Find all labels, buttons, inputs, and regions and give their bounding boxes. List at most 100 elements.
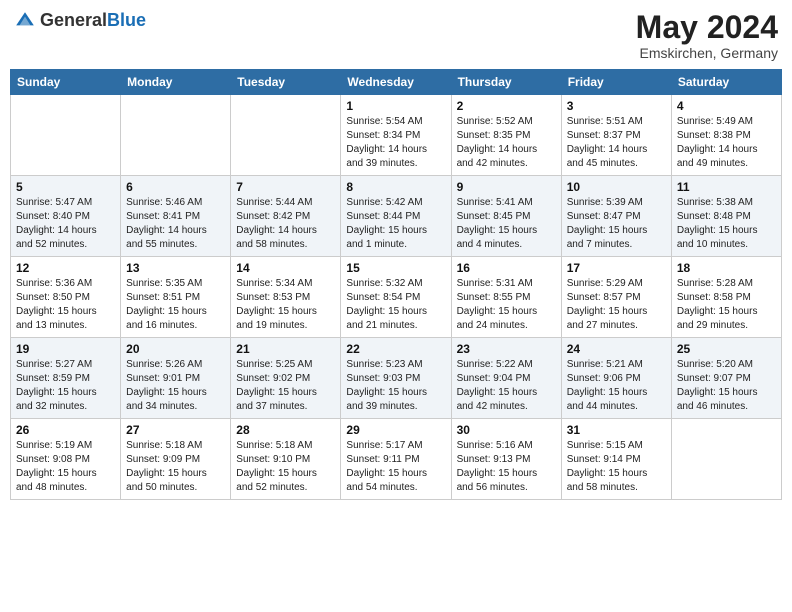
calendar-cell: 24 Sunrise: 5:21 AM Sunset: 9:06 PM Dayli… <box>561 338 671 419</box>
calendar-cell: 18 Sunrise: 5:28 AM Sunset: 8:58 PM Dayli… <box>671 257 781 338</box>
day-number: 16 <box>457 261 556 275</box>
calendar-cell: 1Sunrise: 5:54 AM Sunset: 8:34 PM Daylig… <box>341 95 451 176</box>
calendar-table: SundayMondayTuesdayWednesdayThursdayFrid… <box>10 69 782 500</box>
calendar-cell: 4 Sunrise: 5:49 AM Sunset: 8:38 PM Daylig… <box>671 95 781 176</box>
day-info: Sunrise: 5:42 AM Sunset: 8:44 PM Dayligh… <box>346 196 445 252</box>
calendar-cell <box>231 95 341 176</box>
column-header-sunday: Sunday <box>11 70 121 95</box>
calendar-cell: 12 Sunrise: 5:36 AM Sunset: 8:50 PM Dayli… <box>11 257 121 338</box>
day-info: Sunrise: 5:44 AM Sunset: 8:42 PM Dayligh… <box>236 196 335 252</box>
day-info: Sunrise: 5:21 AM Sunset: 9:06 PM Dayligh… <box>567 358 666 414</box>
logo-text-general: GeneralBlue <box>40 11 146 31</box>
column-header-wednesday: Wednesday <box>341 70 451 95</box>
calendar-cell <box>671 419 781 500</box>
column-header-tuesday: Tuesday <box>231 70 341 95</box>
calendar-cell: 7 Sunrise: 5:44 AM Sunset: 8:42 PM Daylig… <box>231 176 341 257</box>
logo: GeneralBlue <box>14 10 146 32</box>
column-header-friday: Friday <box>561 70 671 95</box>
calendar-cell: 6Sunrise: 5:46 AM Sunset: 8:41 PM Daylig… <box>121 176 231 257</box>
page-header: GeneralBlue May 2024 Emskirchen, Germany <box>10 10 782 61</box>
day-info: Sunrise: 5:51 AM Sunset: 8:37 PM Dayligh… <box>567 115 666 171</box>
day-info: Sunrise: 5:54 AM Sunset: 8:34 PM Dayligh… <box>346 115 445 171</box>
calendar-cell: 21 Sunrise: 5:25 AM Sunset: 9:02 PM Dayli… <box>231 338 341 419</box>
logo-icon <box>14 10 36 32</box>
day-info: Sunrise: 5:39 AM Sunset: 8:47 PM Dayligh… <box>567 196 666 252</box>
day-number: 26 <box>16 423 115 437</box>
day-info: Sunrise: 5:19 AM Sunset: 9:08 PM Dayligh… <box>16 439 115 495</box>
day-number: 12 <box>16 261 115 275</box>
day-number: 25 <box>677 342 776 356</box>
day-number: 31 <box>567 423 666 437</box>
day-info: Sunrise: 5:25 AM Sunset: 9:02 PM Dayligh… <box>236 358 335 414</box>
calendar-cell: 11 Sunrise: 5:38 AM Sunset: 8:48 PM Dayli… <box>671 176 781 257</box>
calendar-cell: 14 Sunrise: 5:34 AM Sunset: 8:53 PM Dayli… <box>231 257 341 338</box>
calendar-cell: 16 Sunrise: 5:31 AM Sunset: 8:55 PM Dayli… <box>451 257 561 338</box>
day-number: 5 <box>16 180 115 194</box>
calendar-cell: 30 Sunrise: 5:16 AM Sunset: 9:13 PM Dayli… <box>451 419 561 500</box>
calendar-cell: 9 Sunrise: 5:41 AM Sunset: 8:45 PM Daylig… <box>451 176 561 257</box>
day-number: 9 <box>457 180 556 194</box>
day-info: Sunrise: 5:15 AM Sunset: 9:14 PM Dayligh… <box>567 439 666 495</box>
calendar-cell: 5Sunrise: 5:47 AM Sunset: 8:40 PM Daylig… <box>11 176 121 257</box>
calendar-cell: 29 Sunrise: 5:17 AM Sunset: 9:11 PM Dayli… <box>341 419 451 500</box>
day-info: Sunrise: 5:49 AM Sunset: 8:38 PM Dayligh… <box>677 115 776 171</box>
day-number: 29 <box>346 423 445 437</box>
calendar-cell: 31 Sunrise: 5:15 AM Sunset: 9:14 PM Dayli… <box>561 419 671 500</box>
calendar-week-row: 12 Sunrise: 5:36 AM Sunset: 8:50 PM Dayli… <box>11 257 782 338</box>
day-info: Sunrise: 5:26 AM Sunset: 9:01 PM Dayligh… <box>126 358 225 414</box>
day-number: 4 <box>677 99 776 113</box>
column-header-thursday: Thursday <box>451 70 561 95</box>
day-number: 17 <box>567 261 666 275</box>
calendar-cell: 28 Sunrise: 5:18 AM Sunset: 9:10 PM Dayli… <box>231 419 341 500</box>
column-header-monday: Monday <box>121 70 231 95</box>
day-info: Sunrise: 5:22 AM Sunset: 9:04 PM Dayligh… <box>457 358 556 414</box>
day-number: 27 <box>126 423 225 437</box>
calendar-week-row: 19Sunrise: 5:27 AM Sunset: 8:59 PM Dayli… <box>11 338 782 419</box>
day-number: 7 <box>236 180 335 194</box>
day-info: Sunrise: 5:18 AM Sunset: 9:10 PM Dayligh… <box>236 439 335 495</box>
calendar-cell: 23 Sunrise: 5:22 AM Sunset: 9:04 PM Dayli… <box>451 338 561 419</box>
day-info: Sunrise: 5:46 AM Sunset: 8:41 PM Dayligh… <box>126 196 225 252</box>
calendar-cell <box>11 95 121 176</box>
calendar-cell: 15Sunrise: 5:32 AM Sunset: 8:54 PM Dayli… <box>341 257 451 338</box>
day-number: 23 <box>457 342 556 356</box>
calendar-cell: 13 Sunrise: 5:35 AM Sunset: 8:51 PM Dayli… <box>121 257 231 338</box>
day-number: 15 <box>346 261 445 275</box>
calendar-cell: 25 Sunrise: 5:20 AM Sunset: 9:07 PM Dayli… <box>671 338 781 419</box>
day-number: 2 <box>457 99 556 113</box>
calendar-cell: 19Sunrise: 5:27 AM Sunset: 8:59 PM Dayli… <box>11 338 121 419</box>
calendar-cell: 20Sunrise: 5:26 AM Sunset: 9:01 PM Dayli… <box>121 338 231 419</box>
day-number: 21 <box>236 342 335 356</box>
day-info: Sunrise: 5:52 AM Sunset: 8:35 PM Dayligh… <box>457 115 556 171</box>
calendar-cell: 3 Sunrise: 5:51 AM Sunset: 8:37 PM Daylig… <box>561 95 671 176</box>
day-number: 18 <box>677 261 776 275</box>
day-info: Sunrise: 5:17 AM Sunset: 9:11 PM Dayligh… <box>346 439 445 495</box>
day-number: 24 <box>567 342 666 356</box>
day-number: 13 <box>126 261 225 275</box>
title-block: May 2024 Emskirchen, Germany <box>636 10 778 61</box>
day-number: 3 <box>567 99 666 113</box>
day-info: Sunrise: 5:34 AM Sunset: 8:53 PM Dayligh… <box>236 277 335 333</box>
day-number: 11 <box>677 180 776 194</box>
day-info: Sunrise: 5:29 AM Sunset: 8:57 PM Dayligh… <box>567 277 666 333</box>
day-info: Sunrise: 5:38 AM Sunset: 8:48 PM Dayligh… <box>677 196 776 252</box>
day-number: 8 <box>346 180 445 194</box>
day-info: Sunrise: 5:20 AM Sunset: 9:07 PM Dayligh… <box>677 358 776 414</box>
day-number: 22 <box>346 342 445 356</box>
day-number: 30 <box>457 423 556 437</box>
day-number: 28 <box>236 423 335 437</box>
calendar-week-row: 26 Sunrise: 5:19 AM Sunset: 9:08 PM Dayli… <box>11 419 782 500</box>
day-info: Sunrise: 5:35 AM Sunset: 8:51 PM Dayligh… <box>126 277 225 333</box>
day-info: Sunrise: 5:36 AM Sunset: 8:50 PM Dayligh… <box>16 277 115 333</box>
calendar-cell: 27Sunrise: 5:18 AM Sunset: 9:09 PM Dayli… <box>121 419 231 500</box>
calendar-cell: 8 Sunrise: 5:42 AM Sunset: 8:44 PM Daylig… <box>341 176 451 257</box>
day-info: Sunrise: 5:31 AM Sunset: 8:55 PM Dayligh… <box>457 277 556 333</box>
calendar-week-row: 5Sunrise: 5:47 AM Sunset: 8:40 PM Daylig… <box>11 176 782 257</box>
day-info: Sunrise: 5:28 AM Sunset: 8:58 PM Dayligh… <box>677 277 776 333</box>
day-number: 14 <box>236 261 335 275</box>
calendar-cell: 17 Sunrise: 5:29 AM Sunset: 8:57 PM Dayli… <box>561 257 671 338</box>
calendar-cell: 26 Sunrise: 5:19 AM Sunset: 9:08 PM Dayli… <box>11 419 121 500</box>
day-info: Sunrise: 5:41 AM Sunset: 8:45 PM Dayligh… <box>457 196 556 252</box>
day-number: 10 <box>567 180 666 194</box>
day-info: Sunrise: 5:16 AM Sunset: 9:13 PM Dayligh… <box>457 439 556 495</box>
